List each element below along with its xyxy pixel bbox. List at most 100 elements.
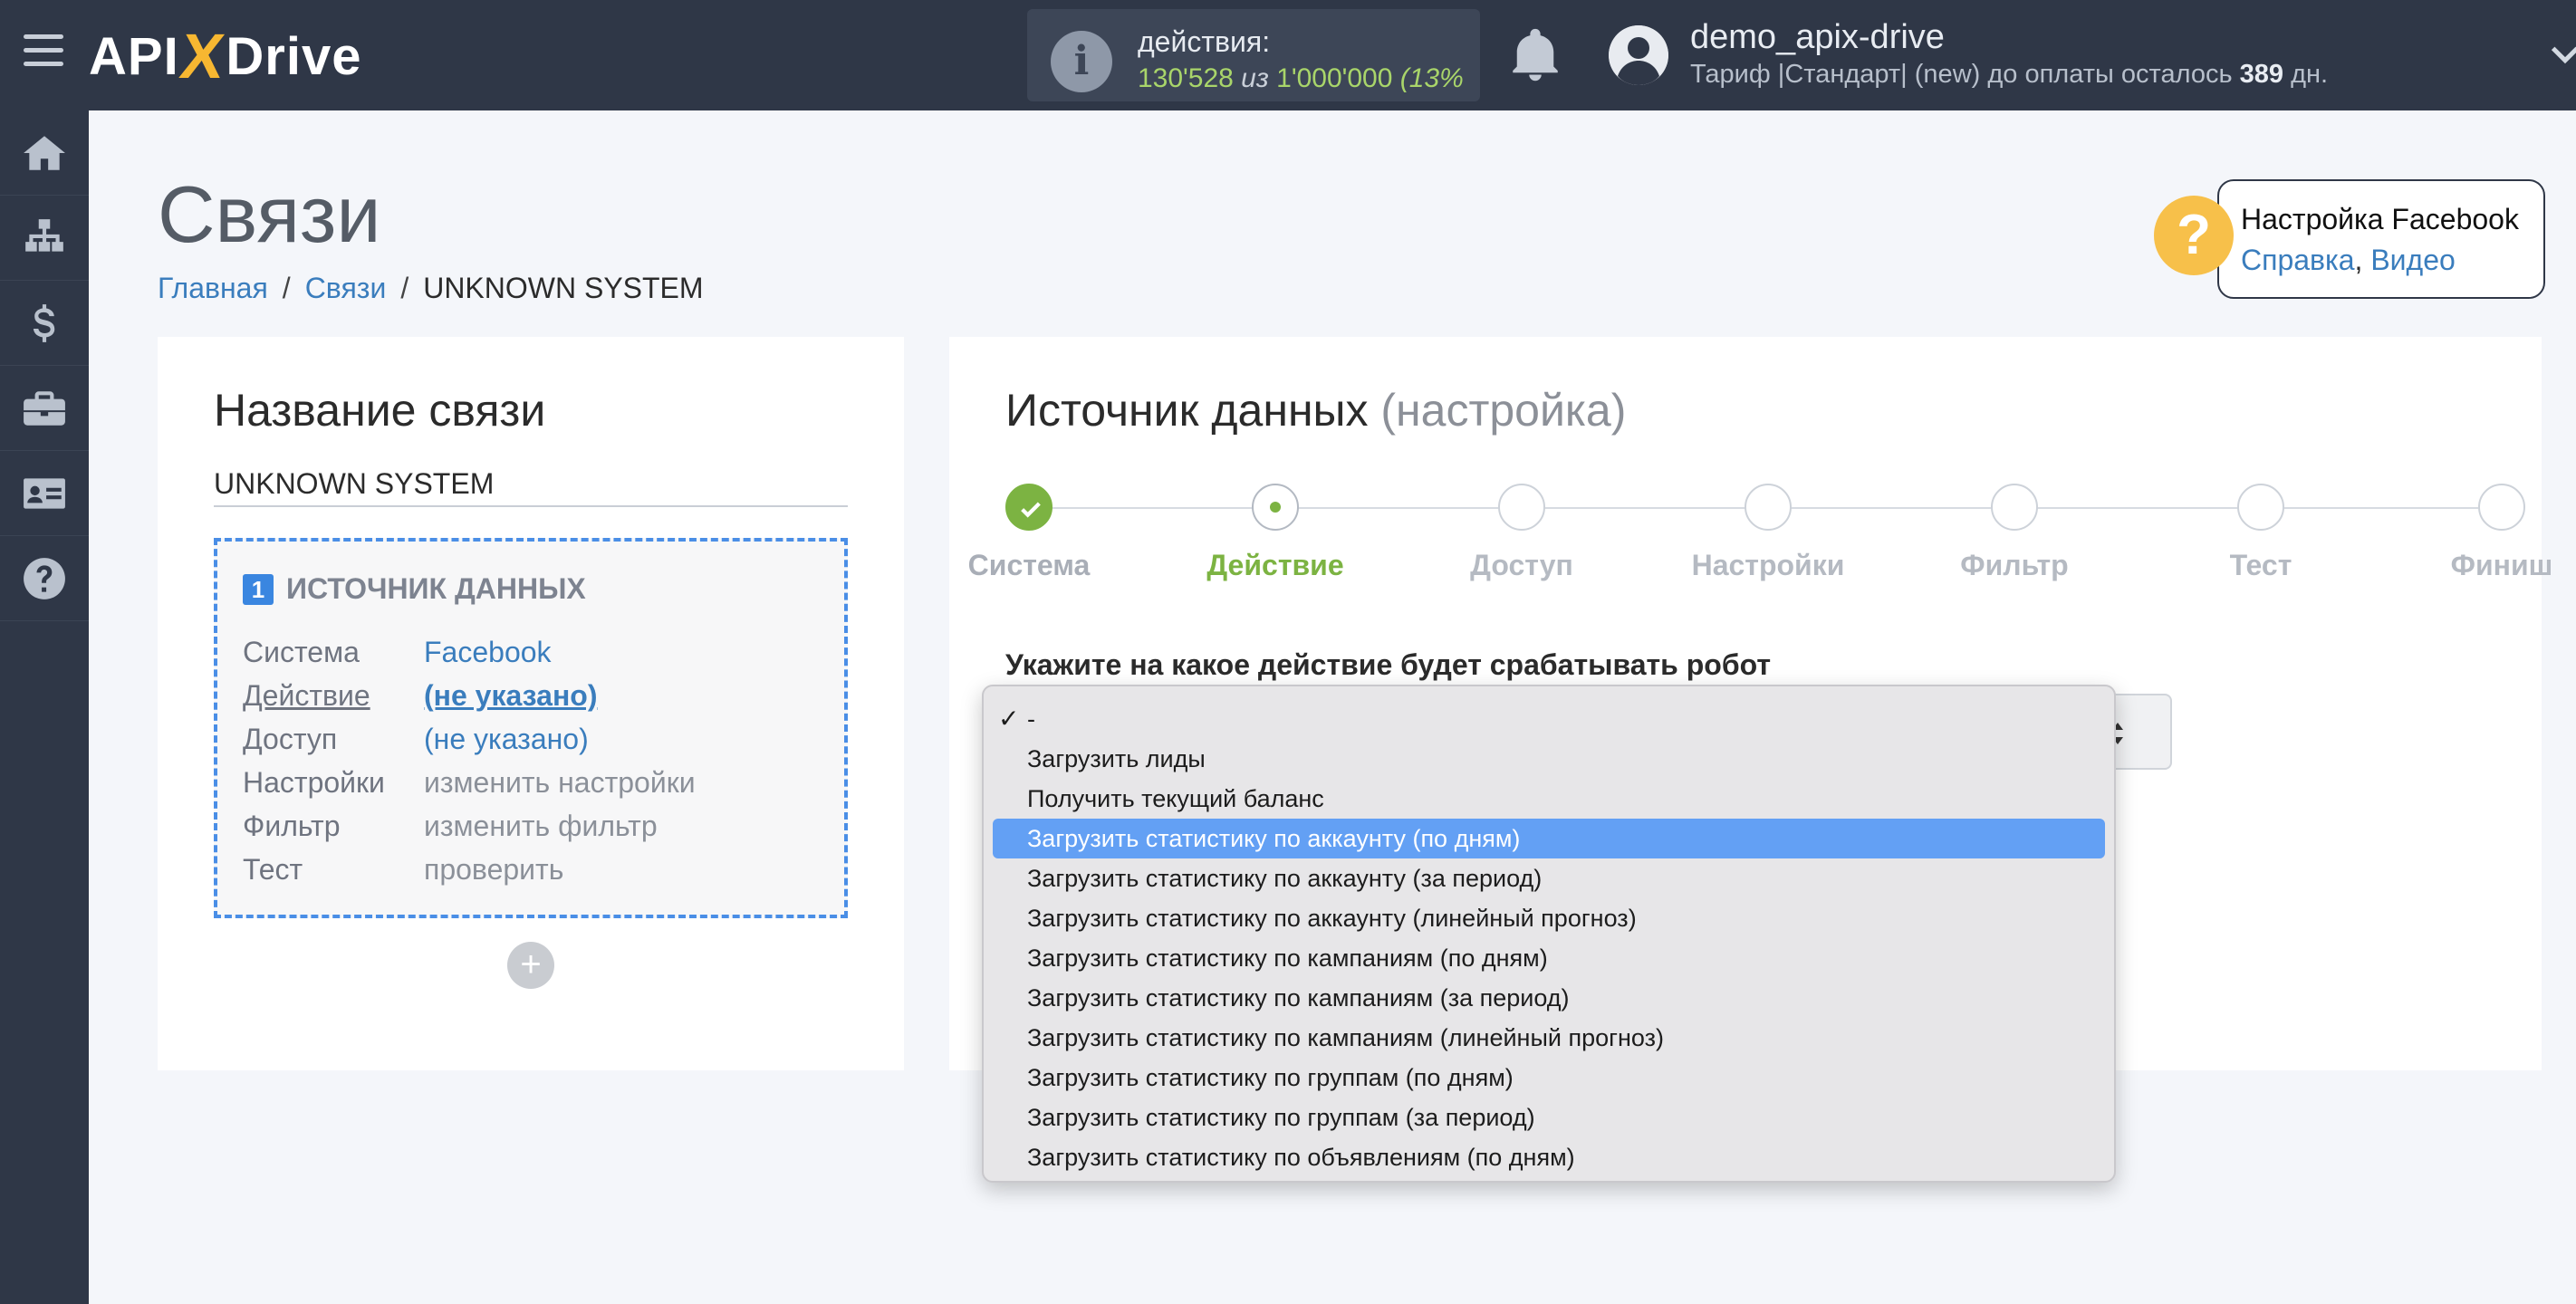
dropdown-option[interactable]: Получить текущий баланс	[984, 779, 2114, 819]
step-dot	[1005, 484, 1053, 531]
check-icon: ✓	[998, 705, 1020, 733]
user-name[interactable]: demo_apix-drive	[1690, 18, 1945, 57]
source-key[interactable]: Действие	[243, 679, 424, 713]
add-block-button[interactable]: +	[507, 942, 554, 989]
dollar-icon	[33, 303, 55, 342]
data-source-heading: Источник данных (настройка)	[1005, 384, 1626, 436]
source-key: Система	[243, 636, 360, 668]
page-title: Связи	[158, 169, 381, 259]
home-icon	[24, 135, 65, 170]
step-filter[interactable]: Фильтр	[1924, 484, 2105, 582]
source-title: ИСТОЧНИК ДАННЫХ	[286, 572, 586, 605]
source-key: Доступ	[243, 723, 338, 755]
breadcrumb-home[interactable]: Главная	[158, 272, 268, 304]
source-number-badge: 1	[243, 574, 274, 605]
source-system-link[interactable]: Facebook	[424, 636, 552, 668]
actions-separator: из	[1233, 63, 1277, 93]
source-row-settings: Настройки изменить настройки	[243, 766, 696, 800]
top-bar: API X Drive i действия: 130'528 из 1'000'0…	[0, 0, 2576, 110]
avatar[interactable]	[1609, 25, 1668, 85]
dropdown-option-highlighted[interactable]: Загрузить статистику по аккаунту (по дня…	[993, 819, 2105, 858]
sidebar-item-tools[interactable]	[0, 366, 89, 451]
step-finish[interactable]: Финиш	[2411, 484, 2576, 582]
step-action[interactable]: Действие	[1185, 484, 1366, 582]
menu-icon[interactable]	[24, 34, 63, 71]
connection-name-card: Название связи 1 ИСТОЧНИК ДАННЫХ Система…	[158, 337, 904, 1070]
source-settings-value: изменить настройки	[424, 766, 696, 799]
connection-name-input[interactable]	[214, 462, 848, 507]
source-test-value: проверить	[424, 853, 564, 886]
help-link-reference[interactable]: Справка	[2241, 244, 2355, 276]
step-settings[interactable]: Настройки	[1677, 484, 1859, 582]
step-label: Доступ	[1470, 549, 1573, 581]
briefcase-icon	[24, 390, 65, 426]
help-question-icon[interactable]: ?	[2154, 196, 2234, 275]
sidebar-item-connections[interactable]	[0, 196, 89, 281]
sidebar-item-help[interactable]	[0, 536, 89, 621]
step-label: Система	[967, 549, 1091, 581]
dropdown-option[interactable]: Загрузить статистику по аккаунту (за пер…	[984, 858, 2114, 898]
source-access-link[interactable]: (не указано)	[424, 723, 589, 755]
action-select[interactable]	[2109, 694, 2172, 770]
breadcrumb-connections[interactable]: Связи	[305, 272, 387, 304]
info-icon: i	[1051, 31, 1112, 92]
progress-steps: Система Действие Доступ Настройки Фильтр…	[968, 484, 2552, 592]
step-dot	[2237, 484, 2284, 531]
sidebar-item-billing[interactable]	[0, 281, 89, 366]
bell-icon[interactable]	[1511, 27, 1560, 82]
breadcrumb-separator: /	[400, 272, 409, 304]
actions-used: 130'528	[1138, 63, 1234, 93]
option-label: Загрузить статистику по группам (по дням…	[1027, 1064, 1514, 1091]
step-test[interactable]: Тест	[2170, 484, 2351, 582]
breadcrumb-separator: /	[282, 272, 291, 304]
dropdown-option[interactable]: Загрузить статистику по кампаниям (линей…	[984, 1018, 2114, 1058]
plan-days: 389	[2239, 60, 2284, 89]
dropdown-option[interactable]: Загрузить статистику по кампаниям (по дн…	[984, 938, 2114, 978]
chevron-down-icon[interactable]	[2547, 36, 2576, 72]
dropdown-option[interactable]: Загрузить статистику по группам (за пери…	[984, 1098, 2114, 1137]
actions-label: действия:	[1138, 25, 1271, 58]
logo-x: X	[176, 21, 229, 91]
dropdown-option[interactable]: Загрузить лиды	[984, 739, 2114, 779]
step-label: Фильтр	[1960, 549, 2069, 581]
step-system[interactable]: Система	[938, 484, 1120, 582]
heading-main: Источник данных	[1005, 385, 1369, 436]
step-access[interactable]: Доступ	[1431, 484, 1612, 582]
dropdown-option[interactable]: Загрузить статистику по группам (по дням…	[984, 1058, 2114, 1098]
step-dot	[1252, 484, 1299, 531]
actions-counter: i действия: 130'528 из 1'000'000 (13%	[1027, 9, 1480, 101]
source-row-filter: Фильтр изменить фильтр	[243, 810, 658, 843]
actions-value: 130'528 из 1'000'000 (13%	[1138, 63, 1464, 94]
option-label: Загрузить статистику по группам (за пери…	[1027, 1104, 1535, 1131]
step-dot	[1498, 484, 1545, 531]
actions-total: 1'000'000	[1276, 63, 1393, 93]
source-key: Настройки	[243, 766, 385, 799]
option-label: Загрузить статистику по кампаниям (по дн…	[1027, 944, 1548, 972]
source-row-access: Доступ (не указано)	[243, 723, 589, 756]
source-action-link[interactable]: (не указано)	[424, 679, 597, 712]
step-label: Настройки	[1691, 549, 1845, 581]
sidebar-item-profile[interactable]	[0, 451, 89, 536]
dropdown-option[interactable]: Загрузить статистику по кампаниям (за пе…	[984, 978, 2114, 1018]
option-label: Загрузить лиды	[1027, 745, 1206, 772]
dropdown-option[interactable]: ✓ -	[984, 699, 2114, 739]
step-label: Действие	[1206, 549, 1344, 581]
option-label: Загрузить статистику по аккаунту (линейн…	[1027, 905, 1637, 932]
logo-text-right: Drive	[226, 26, 362, 86]
help-link-video[interactable]: Видео	[2370, 244, 2455, 276]
logo[interactable]: API X Drive	[89, 20, 361, 92]
source-key: Тест	[243, 853, 303, 886]
dropdown-option[interactable]: Загрузить статистику по объявлениям (по …	[984, 1137, 2114, 1177]
option-label: Загрузить статистику по кампаниям (линей…	[1027, 1024, 1664, 1051]
dropdown-option[interactable]: Загрузить статистику по аккаунту (линейн…	[984, 898, 2114, 938]
option-label: Загрузить статистику по кампаниям (за пе…	[1027, 984, 1570, 1012]
data-source-block[interactable]: 1 ИСТОЧНИК ДАННЫХ Система Facebook Действ…	[214, 538, 848, 918]
help-title: Настройка Facebook	[2241, 203, 2519, 235]
source-row-system: Система Facebook	[243, 636, 552, 669]
plan-text: Тариф |Стандарт| (new) до оплаты осталос…	[1690, 60, 2240, 89]
action-question-label: Укажите на какое действие будет срабатыв…	[1005, 648, 1772, 681]
step-dot	[2478, 484, 2525, 531]
sidebar-item-home[interactable]	[0, 110, 89, 196]
breadcrumb: Главная / Связи / UNKNOWN SYSTEM	[158, 272, 704, 305]
id-card-icon	[24, 477, 65, 509]
